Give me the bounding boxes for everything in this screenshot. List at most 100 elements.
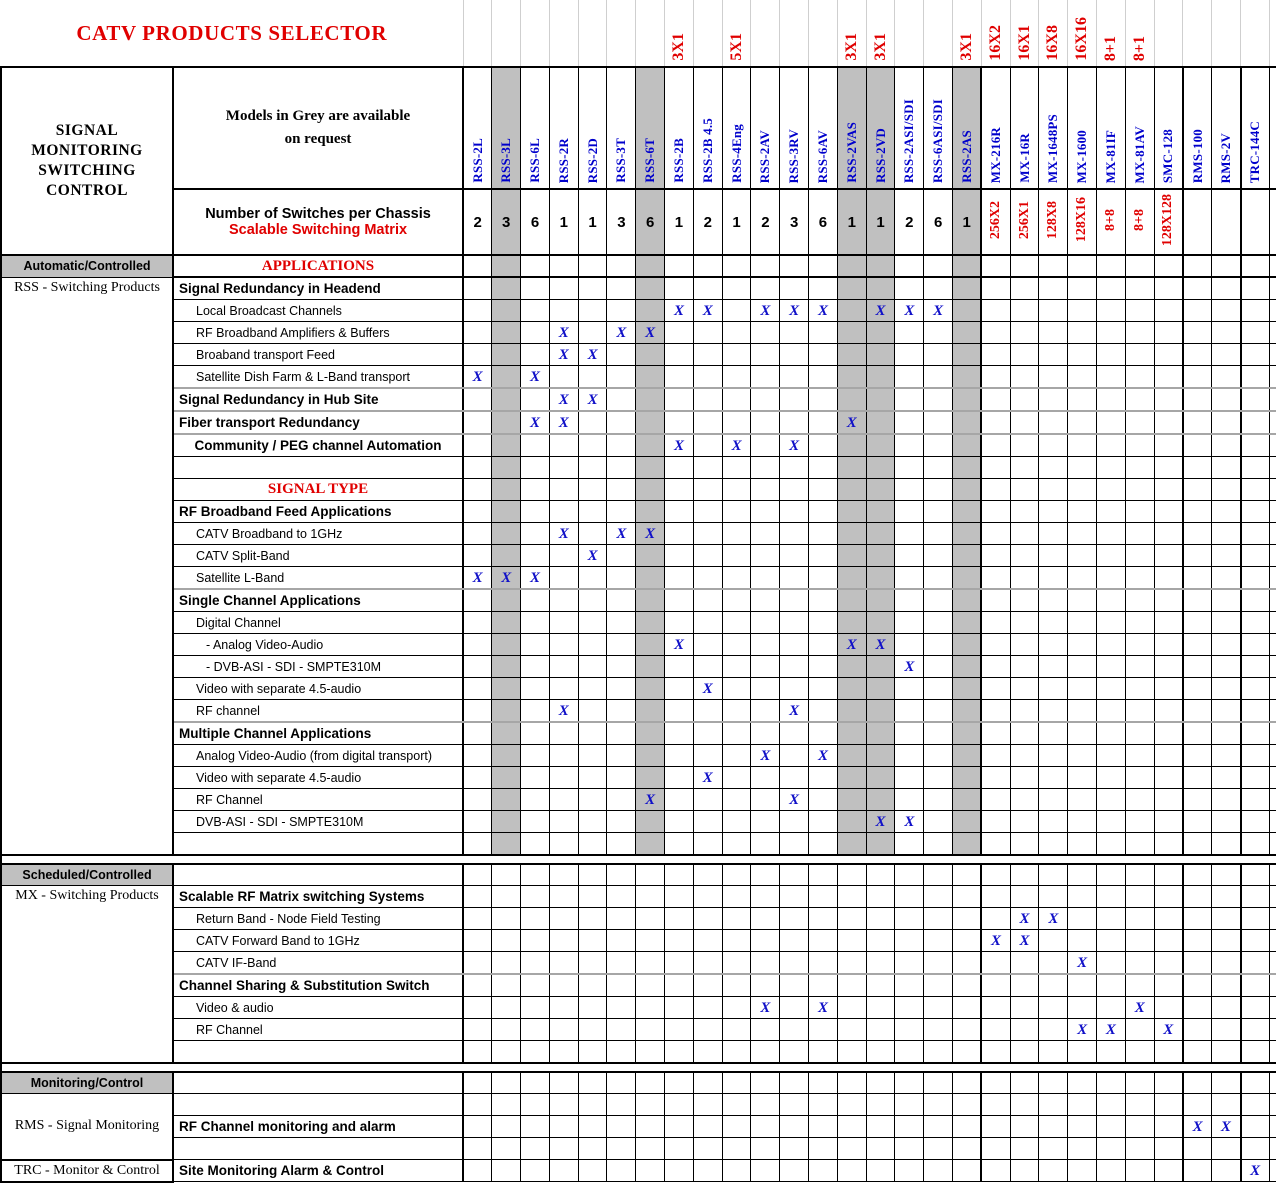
grid-cell <box>923 810 953 833</box>
switch-count-cell <box>1268 189 1276 256</box>
grid-cell <box>721 1040 751 1064</box>
grid-cell <box>865 1093 895 1116</box>
grid-cell <box>635 722 665 745</box>
grid-cell <box>750 277 780 300</box>
grid-cell <box>1268 832 1276 856</box>
grid-cell <box>808 589 838 612</box>
application-row-label-text: CATV Forward Band to 1GHz <box>196 933 360 948</box>
grid-cell <box>980 677 1011 700</box>
grid-cell <box>1067 1071 1097 1094</box>
model-name: MX-1648PS <box>1045 114 1061 183</box>
matrix-label-cell <box>606 0 636 68</box>
grid-cell <box>952 1040 982 1064</box>
grid-cell <box>1181 299 1212 322</box>
switch-count-cell: 1 <box>721 189 751 256</box>
grid-cell <box>1038 951 1068 975</box>
grid-cell <box>1181 832 1212 856</box>
grid-cell <box>548 810 579 833</box>
grid-cell <box>750 1071 780 1094</box>
grid-cell <box>952 522 982 545</box>
availability-mark: X <box>587 346 598 363</box>
grid-cell <box>1181 611 1212 634</box>
grid-cell <box>952 388 982 412</box>
grid-cell <box>520 951 550 975</box>
grid-cell <box>1038 699 1068 723</box>
grid-cell <box>1067 566 1097 590</box>
matrix-label: 8+1 <box>1101 35 1119 61</box>
grid-cell <box>1067 974 1097 997</box>
grid-cell <box>520 321 550 344</box>
switch-count: 1 <box>962 213 971 231</box>
grid-cell <box>952 885 982 908</box>
grid-cell <box>664 1093 694 1116</box>
grid-cell <box>692 633 723 656</box>
grid-cell <box>721 766 751 789</box>
grid-cell <box>606 500 636 523</box>
application-row-label: RF Broadband Amplifiers & Buffers <box>172 321 464 344</box>
grid-cell <box>1038 1071 1068 1094</box>
grid-cell <box>1268 522 1276 545</box>
model-name: RSS-2ASI/SDI <box>901 98 917 183</box>
availability-mark: X <box>673 302 684 319</box>
grid-cell <box>1268 343 1276 366</box>
grid-cell <box>1181 365 1212 389</box>
grid-cell <box>462 951 492 975</box>
grid-cell <box>491 863 521 886</box>
grid-cell <box>692 589 723 612</box>
grid-cell <box>462 633 492 656</box>
grid-cell <box>491 677 521 700</box>
grid-cell <box>779 478 809 501</box>
switch-count-cell <box>1181 189 1212 256</box>
grid-cell <box>952 277 982 300</box>
grid-cell <box>1181 566 1212 590</box>
grid-cell <box>491 434 521 457</box>
grid-cell <box>548 254 579 278</box>
grid-cell <box>808 951 838 975</box>
grid-cell <box>1067 832 1097 856</box>
grid-cell <box>750 478 780 501</box>
grid-cell <box>664 722 694 745</box>
grid-cell <box>980 633 1011 656</box>
grid-cell <box>721 589 751 612</box>
grid-cell <box>1124 434 1155 457</box>
grid-cell <box>606 611 636 634</box>
grid-cell <box>923 589 953 612</box>
switch-count-header-line2: Scalable Switching Matrix <box>228 222 408 238</box>
grid-cell <box>606 974 636 997</box>
grid-cell <box>606 544 636 567</box>
grid-cell <box>836 1093 867 1116</box>
grid-cell <box>952 677 982 700</box>
grid-cell <box>577 1159 607 1182</box>
grid-cell <box>865 1137 895 1160</box>
grid-cell <box>721 544 751 567</box>
grid-cell <box>1239 522 1270 545</box>
grid-cell <box>952 655 982 678</box>
application-row-label <box>172 832 464 856</box>
application-row-label: RF Broadband Feed Applications <box>172 500 464 523</box>
availability-mark: X <box>1250 1162 1261 1179</box>
model-name: MX-216R <box>987 126 1003 183</box>
grid-cell <box>1009 299 1039 322</box>
grid-cell <box>577 566 607 590</box>
grid-cell <box>692 1071 723 1094</box>
grid-cell <box>1268 1071 1276 1094</box>
grid-cell <box>1009 522 1039 545</box>
grid-cell <box>1038 478 1068 501</box>
grid-cell <box>635 832 665 856</box>
grid-cell <box>1181 907 1212 930</box>
grid-cell <box>923 929 953 952</box>
grid-cell <box>635 254 665 278</box>
grid-cell <box>491 1093 521 1116</box>
grid-cell <box>980 699 1011 723</box>
model-name: RSS-2AV <box>757 129 773 183</box>
grid-cell <box>1181 1018 1212 1041</box>
grid-cell <box>750 766 780 789</box>
grid-cell <box>721 1018 751 1041</box>
grid-cell <box>1153 277 1183 300</box>
grid-cell <box>1153 434 1183 457</box>
grid-cell <box>894 996 924 1019</box>
grid-cell <box>1124 863 1155 886</box>
availability-mark: X <box>558 414 569 431</box>
grid-cell <box>923 611 953 634</box>
grid-cell <box>952 699 982 723</box>
